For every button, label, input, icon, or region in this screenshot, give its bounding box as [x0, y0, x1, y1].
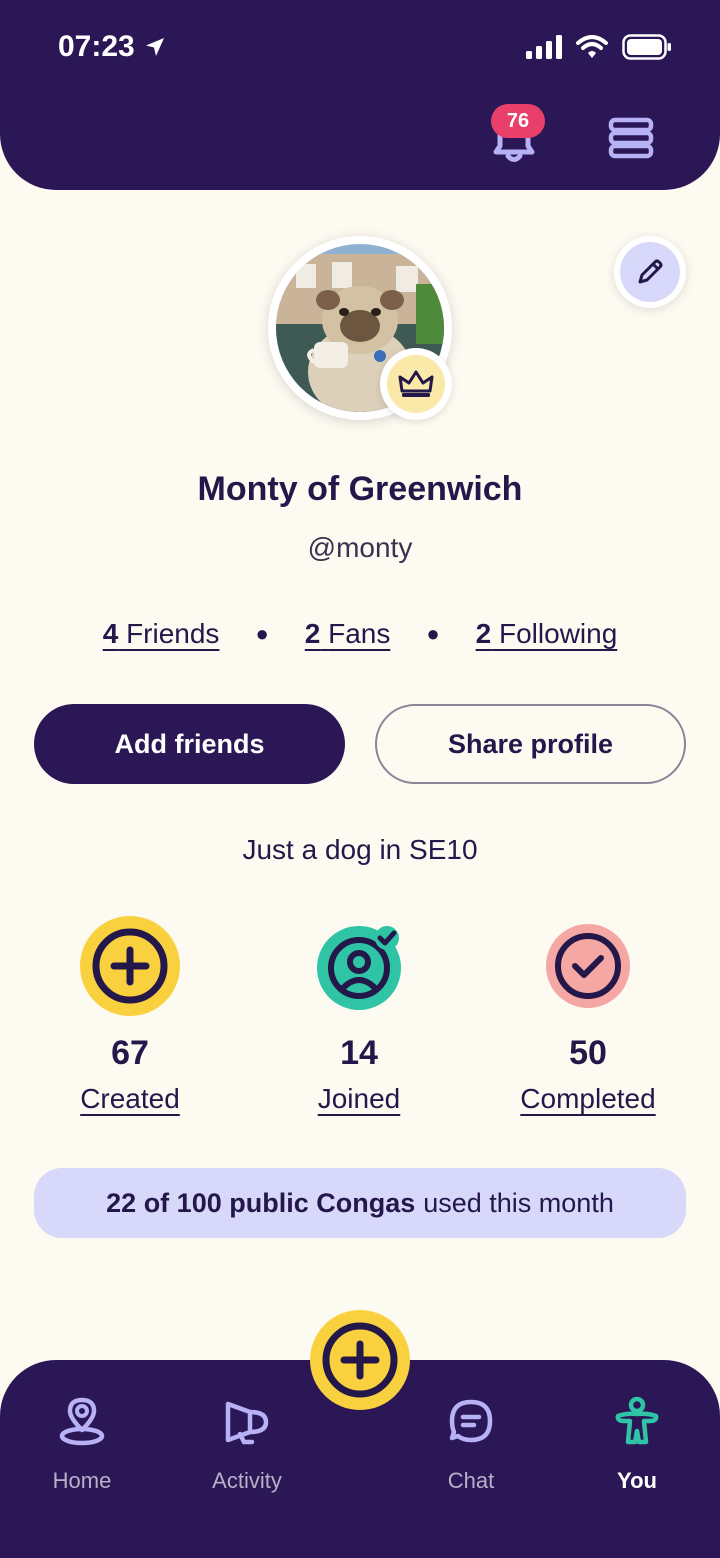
- following-link[interactable]: 2 Following: [476, 618, 618, 650]
- menu-button[interactable]: [606, 116, 656, 165]
- plus-circle-icon: [80, 916, 180, 1016]
- user-check-icon: [317, 926, 401, 1010]
- location-arrow-icon: [145, 38, 164, 56]
- stat-joined-label: Joined: [317, 1083, 401, 1114]
- fans-label: Fans: [328, 618, 391, 649]
- tab-chat[interactable]: Chat: [411, 1394, 531, 1494]
- share-profile-button[interactable]: Share profile: [375, 704, 686, 784]
- stat-created-icon-wrap: [80, 916, 180, 1016]
- stat-joined[interactable]: 14 Joined: [259, 916, 459, 1115]
- fans-link[interactable]: 2 Fans: [305, 618, 391, 650]
- stat-joined-value: 14: [340, 1034, 378, 1072]
- time-text: 07:23: [58, 30, 135, 63]
- stat-created[interactable]: 67 Created: [30, 916, 230, 1115]
- status-icons: [526, 34, 672, 60]
- cellular-signal-icon: [526, 35, 562, 59]
- plus-circle-icon: [322, 1322, 398, 1398]
- stat-completed[interactable]: 50 Completed: [488, 916, 688, 1115]
- status-bar-time: 07:23: [58, 30, 167, 64]
- monthly-quota-banner: 22 of 100 public Congas used this month: [34, 1168, 686, 1238]
- profile-handle: @monty: [307, 532, 413, 563]
- following-label: Following: [499, 618, 618, 649]
- pencil-icon: [638, 259, 663, 284]
- battery-icon: [622, 34, 671, 60]
- tab-you-icon-wrap: [577, 1394, 697, 1448]
- create-conga-button[interactable]: [310, 1310, 410, 1410]
- check-circle-icon: [546, 924, 630, 1008]
- tab-home-icon-wrap: [22, 1394, 142, 1448]
- following-count: 2: [475, 618, 492, 649]
- tab-home-label: Home: [52, 1468, 112, 1493]
- fans-count: 2: [304, 618, 321, 649]
- tab-chat-icon-wrap: [411, 1394, 531, 1448]
- wifi-icon: [576, 35, 608, 58]
- friends-link[interactable]: 4 Friends: [103, 618, 220, 650]
- tab-you-label: You: [617, 1468, 657, 1493]
- chat-bubble-icon: [449, 1399, 493, 1443]
- tab-activity-label: Activity: [212, 1468, 282, 1493]
- edit-profile-button[interactable]: [614, 236, 686, 308]
- social-counts: 4 Friends ● 2 Fans ● 2 Following: [0, 618, 720, 650]
- stat-completed-value: 50: [569, 1034, 607, 1072]
- separator-dot: ●: [255, 621, 269, 646]
- quota-text: used this month: [423, 1187, 614, 1218]
- crown-badge-circle: [387, 355, 445, 413]
- tab-activity-icon-wrap: [187, 1394, 307, 1448]
- crown-icon: [398, 370, 434, 397]
- stat-completed-label: Completed: [520, 1083, 656, 1114]
- tab-home[interactable]: Home: [22, 1394, 142, 1494]
- stat-joined-icon-wrap: [309, 916, 409, 1016]
- person-icon: [615, 1396, 659, 1445]
- tab-chat-label: Chat: [447, 1468, 495, 1493]
- profile-bio: Just a dog in SE10: [242, 834, 478, 865]
- stat-completed-icon-wrap: [538, 916, 638, 1016]
- tab-you[interactable]: You: [577, 1394, 697, 1494]
- quota-count: 22 of 100 public Congas: [106, 1187, 416, 1218]
- friends-count: 4: [102, 618, 119, 649]
- profile-name: Monty of Greenwich: [197, 470, 523, 508]
- friends-label: Friends: [126, 618, 220, 649]
- premium-crown-badge: [380, 348, 452, 420]
- add-friends-button[interactable]: Add friends: [34, 704, 345, 784]
- list-menu-icon: [608, 117, 654, 159]
- map-pin-icon: [59, 1397, 105, 1446]
- megaphone-icon: [225, 1401, 269, 1445]
- stat-created-label: Created: [80, 1083, 180, 1114]
- notification-badge: 76: [491, 104, 545, 138]
- edit-button-circle: [620, 242, 680, 302]
- separator-dot: ●: [426, 621, 440, 646]
- stat-created-value: 67: [111, 1034, 149, 1072]
- tab-activity[interactable]: Activity: [187, 1394, 307, 1494]
